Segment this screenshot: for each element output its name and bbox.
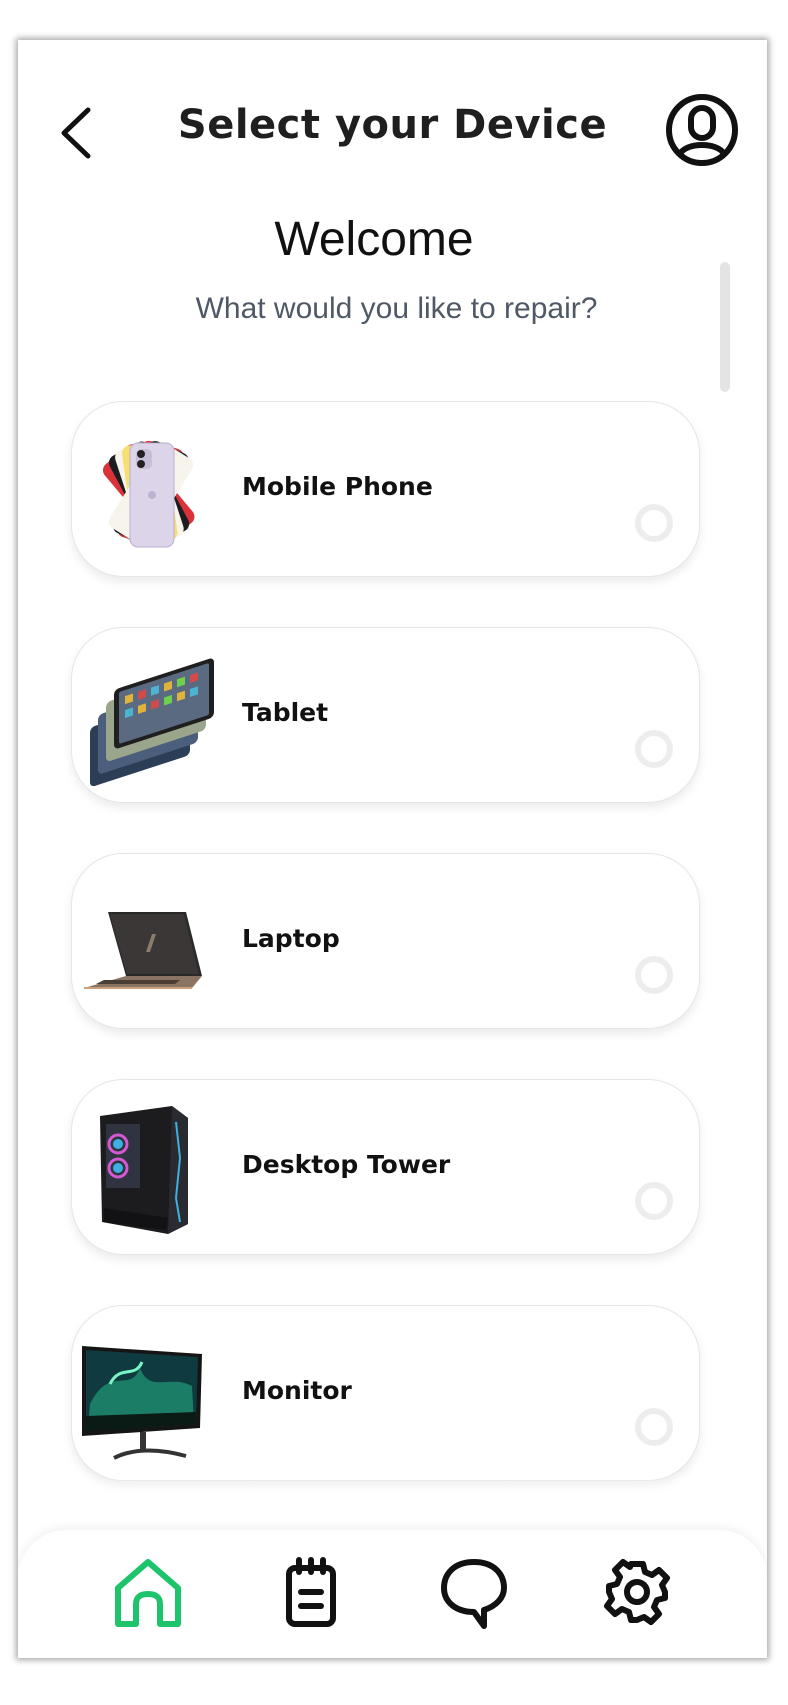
device-label: Tablet xyxy=(242,698,329,727)
device-label: Laptop xyxy=(242,924,340,953)
device-label: Monitor xyxy=(242,1376,352,1405)
device-card-tablet[interactable]: Tablet xyxy=(71,627,700,803)
app-screen: Select your Device Welcome What would yo… xyxy=(18,40,767,1658)
nav-settings[interactable] xyxy=(597,1552,677,1632)
device-radio[interactable] xyxy=(635,504,673,542)
tablet-image xyxy=(90,658,214,786)
mobile-phone-image xyxy=(102,440,195,548)
device-card-desktop-tower[interactable]: Desktop Tower xyxy=(71,1079,700,1255)
desktop-tower-image xyxy=(100,1106,188,1234)
device-label: Mobile Phone xyxy=(242,472,433,501)
clipboard-icon xyxy=(286,1557,336,1627)
gear-icon xyxy=(604,1559,670,1625)
list-fade-overlay xyxy=(18,1470,767,1530)
device-radio[interactable] xyxy=(635,730,673,768)
device-label: Desktop Tower xyxy=(242,1150,451,1179)
device-list: Mobile Phone Tablet Laptop Desktop Tower… xyxy=(18,40,767,1658)
device-card-mobile-phone[interactable]: Mobile Phone xyxy=(71,401,700,577)
nav-home[interactable] xyxy=(108,1552,188,1632)
nav-orders[interactable] xyxy=(271,1552,351,1632)
device-radio[interactable] xyxy=(635,956,673,994)
device-radio[interactable] xyxy=(635,1182,673,1220)
bottom-nav xyxy=(18,1530,767,1658)
chat-icon xyxy=(441,1559,507,1629)
nav-chat[interactable] xyxy=(434,1552,514,1632)
device-card-laptop[interactable]: Laptop xyxy=(71,853,700,1029)
home-icon xyxy=(115,1559,181,1627)
device-radio[interactable] xyxy=(635,1408,673,1446)
device-card-monitor[interactable]: Monitor xyxy=(71,1305,700,1481)
monitor-image xyxy=(82,1346,202,1460)
laptop-image xyxy=(84,912,202,989)
